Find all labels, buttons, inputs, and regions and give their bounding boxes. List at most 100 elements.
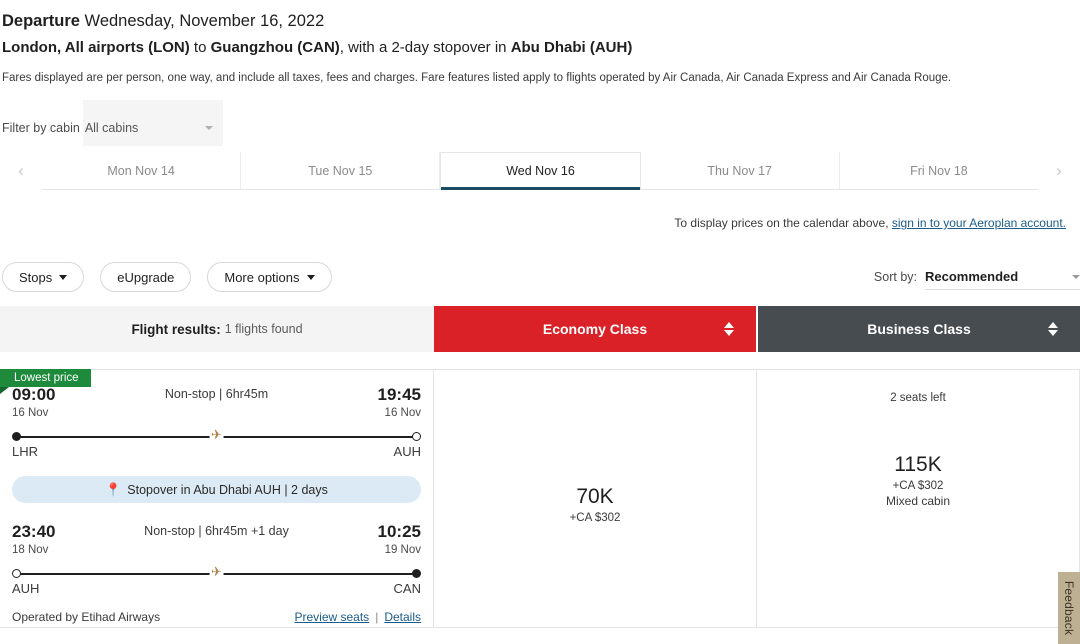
route-heading: London, All airports (LON) to Guangzhou … (0, 37, 1080, 59)
business-cabin-note: Mixed cabin (885, 494, 951, 508)
preview-seats-link[interactable]: Preview seats (294, 610, 369, 624)
economy-class-column-header[interactable]: Economy Class (434, 306, 756, 352)
date-tab-wed-nov-16[interactable]: Wed Nov 16 (440, 152, 641, 190)
date-tab-list: Mon Nov 14 Tue Nov 15 Wed Nov 16 Thu Nov… (42, 152, 1039, 190)
fares-disclaimer: Fares displayed are per person, one way,… (2, 72, 952, 84)
chevron-down-icon (204, 126, 213, 130)
sort-down-icon (1048, 330, 1058, 336)
chevron-down-icon (1072, 275, 1080, 279)
details-link[interactable]: Details (384, 610, 421, 624)
date-tab-thu-nov-17[interactable]: Thu Nov 17 (640, 152, 840, 189)
cabin-filter-row: Filter by cabin All cabins (0, 100, 1080, 146)
flight-results-label: Flight results: (131, 321, 221, 337)
chevron-down-icon (59, 274, 68, 280)
itinerary-column: 09:00 16 Nov Non-stop | 6hr45m 19:45 16 … (0, 370, 434, 627)
aeroplan-note-text: To display prices on the calendar above, (674, 216, 892, 230)
sort-by-select[interactable]: Recommended (925, 264, 1080, 290)
business-points: 115K (894, 453, 942, 476)
date-tab-fri-nov-18[interactable]: Fri Nov 18 (839, 152, 1039, 189)
economy-price-block: 70K +CA $302 (570, 484, 621, 526)
leg-2-arrive-time: 10:25 (377, 522, 421, 541)
itinerary-links: Preview seats | Details (294, 610, 421, 624)
operator-and-links-row: Operated by Etihad Airways Preview seats… (12, 610, 421, 624)
sort-arrows-icon[interactable] (1048, 322, 1058, 336)
filter-toolbar: Stops eUpgrade More options Sort by: Rec… (0, 262, 1080, 292)
sort-by-value: Recommended (925, 269, 1019, 284)
leg-1-depart-time: 09:00 (12, 385, 56, 404)
stops-filter-button[interactable]: Stops (2, 262, 85, 292)
route-connector-2: , with a 2-day stopover in (339, 39, 511, 56)
chevron-down-icon (306, 274, 315, 280)
destination-dot-icon (412, 569, 421, 578)
leg-1-airport-codes: LHR AUH (12, 444, 421, 459)
flight-result-wrapper: Lowest price 09:00 16 Nov Non-stop | 6hr… (0, 369, 1080, 628)
sort-by-label: Sort by: (873, 270, 917, 284)
leg-1-departure: 09:00 16 Nov (12, 384, 55, 421)
next-dates-button[interactable]: › (1038, 152, 1080, 190)
route-destination: Guangzhou (CAN) (210, 39, 340, 56)
economy-points: 70K (576, 485, 614, 508)
lowest-price-badge: Lowest price (0, 369, 91, 394)
origin-dot-icon (12, 432, 21, 441)
page-header: Departure Wednesday, November 16, 2022 L… (0, 0, 1080, 86)
sort-arrows-icon[interactable] (724, 322, 734, 336)
leg-1-destination-code: AUH (393, 444, 421, 459)
sort-up-icon (724, 322, 734, 328)
leg-2-times-row: 23:40 18 Nov Non-stop | 6hr45m +1 day 10… (12, 521, 421, 558)
stopover-text: Stopover in Abu Dhabi AUH | 2 days (127, 482, 328, 497)
aeroplan-signin-link[interactable]: sign in to your Aeroplan account. (892, 216, 1066, 230)
prev-dates-button[interactable]: ‹ (0, 152, 42, 190)
leg-2-airport-codes: AUH CAN (12, 581, 421, 596)
date-calendar-bar: ‹ Mon Nov 14 Tue Nov 15 Wed Nov 16 Thu N… (0, 152, 1080, 190)
sort-down-icon (724, 330, 734, 336)
more-options-button[interactable]: More options (207, 262, 332, 292)
leg-2-depart-date: 18 Nov (12, 544, 49, 556)
economy-price-cell[interactable]: 70K +CA $302 (434, 370, 756, 627)
flight-leg-2: 23:40 18 Nov Non-stop | 6hr45m +1 day 10… (12, 521, 421, 596)
origin-dot-icon (12, 569, 21, 578)
leg-1-route-line: ✈ (12, 428, 421, 442)
aeroplan-signin-note: To display prices on the calendar above,… (0, 216, 1080, 230)
date-tab-tue-nov-15[interactable]: Tue Nov 15 (241, 152, 441, 189)
date-tab-mon-nov-14[interactable]: Mon Nov 14 (42, 152, 242, 189)
business-class-column-header[interactable]: Business Class (758, 306, 1080, 352)
flight-results-count: Flight results: 1 flights found (0, 306, 434, 352)
route-connector-1: to (189, 39, 211, 56)
feedback-label: Feedback (1062, 580, 1076, 636)
stops-filter-label: Stops (19, 269, 53, 285)
leg-2-destination-code: CAN (393, 581, 421, 596)
eupgrade-filter-button[interactable]: eUpgrade (100, 262, 192, 292)
link-separator: | (375, 610, 379, 624)
leg-2-duration: Non-stop | 6hr45m +1 day (144, 524, 289, 538)
cabin-filter-label: Filter by cabin (2, 121, 80, 135)
airplane-icon: ✈ (209, 564, 224, 579)
results-header-bar: Flight results: 1 flights found Economy … (0, 306, 1080, 352)
stopover-banner: 📍 Stopover in Abu Dhabi AUH | 2 days (12, 476, 421, 503)
destination-dot-icon (412, 432, 421, 441)
business-price-block: 115K +CA $302 (893, 452, 944, 494)
cabin-select[interactable]: All cabins (82, 100, 223, 146)
cabin-select-value: All cabins (84, 121, 139, 135)
airplane-icon: ✈ (209, 427, 224, 442)
map-pin-icon: 📍 (105, 482, 122, 497)
leg-2-arrival: 10:25 19 Nov (378, 521, 421, 558)
eupgrade-filter-label: eUpgrade (117, 269, 175, 285)
leg-1-arrival: 19:45 16 Nov (378, 384, 421, 421)
business-seats-left: 2 seats left (890, 392, 946, 404)
business-class-label: Business Class (867, 321, 971, 337)
leg-1-arrive-time: 19:45 (377, 385, 421, 404)
leg-2-route-line: ✈ (12, 565, 421, 579)
leg-2-origin-code: AUH (12, 581, 40, 596)
economy-cash: +CA $302 (569, 512, 621, 524)
sort-by-control: Sort by: Recommended (874, 264, 1080, 290)
flight-results-value: 1 flights found (224, 322, 303, 336)
leg-2-departure: 23:40 18 Nov (12, 521, 55, 558)
flight-result-card: 09:00 16 Nov Non-stop | 6hr45m 19:45 16 … (0, 369, 1080, 628)
leg-1-arrive-date: 16 Nov (384, 407, 421, 419)
more-options-label: More options (224, 269, 300, 285)
leg-2-depart-time: 23:40 (12, 522, 56, 541)
flight-leg-1: 09:00 16 Nov Non-stop | 6hr45m 19:45 16 … (12, 384, 421, 459)
sort-up-icon (1048, 322, 1058, 328)
feedback-tab[interactable]: Feedback (1058, 572, 1080, 644)
business-price-cell[interactable]: 2 seats left 115K +CA $302 Mixed cabin (756, 370, 1079, 627)
